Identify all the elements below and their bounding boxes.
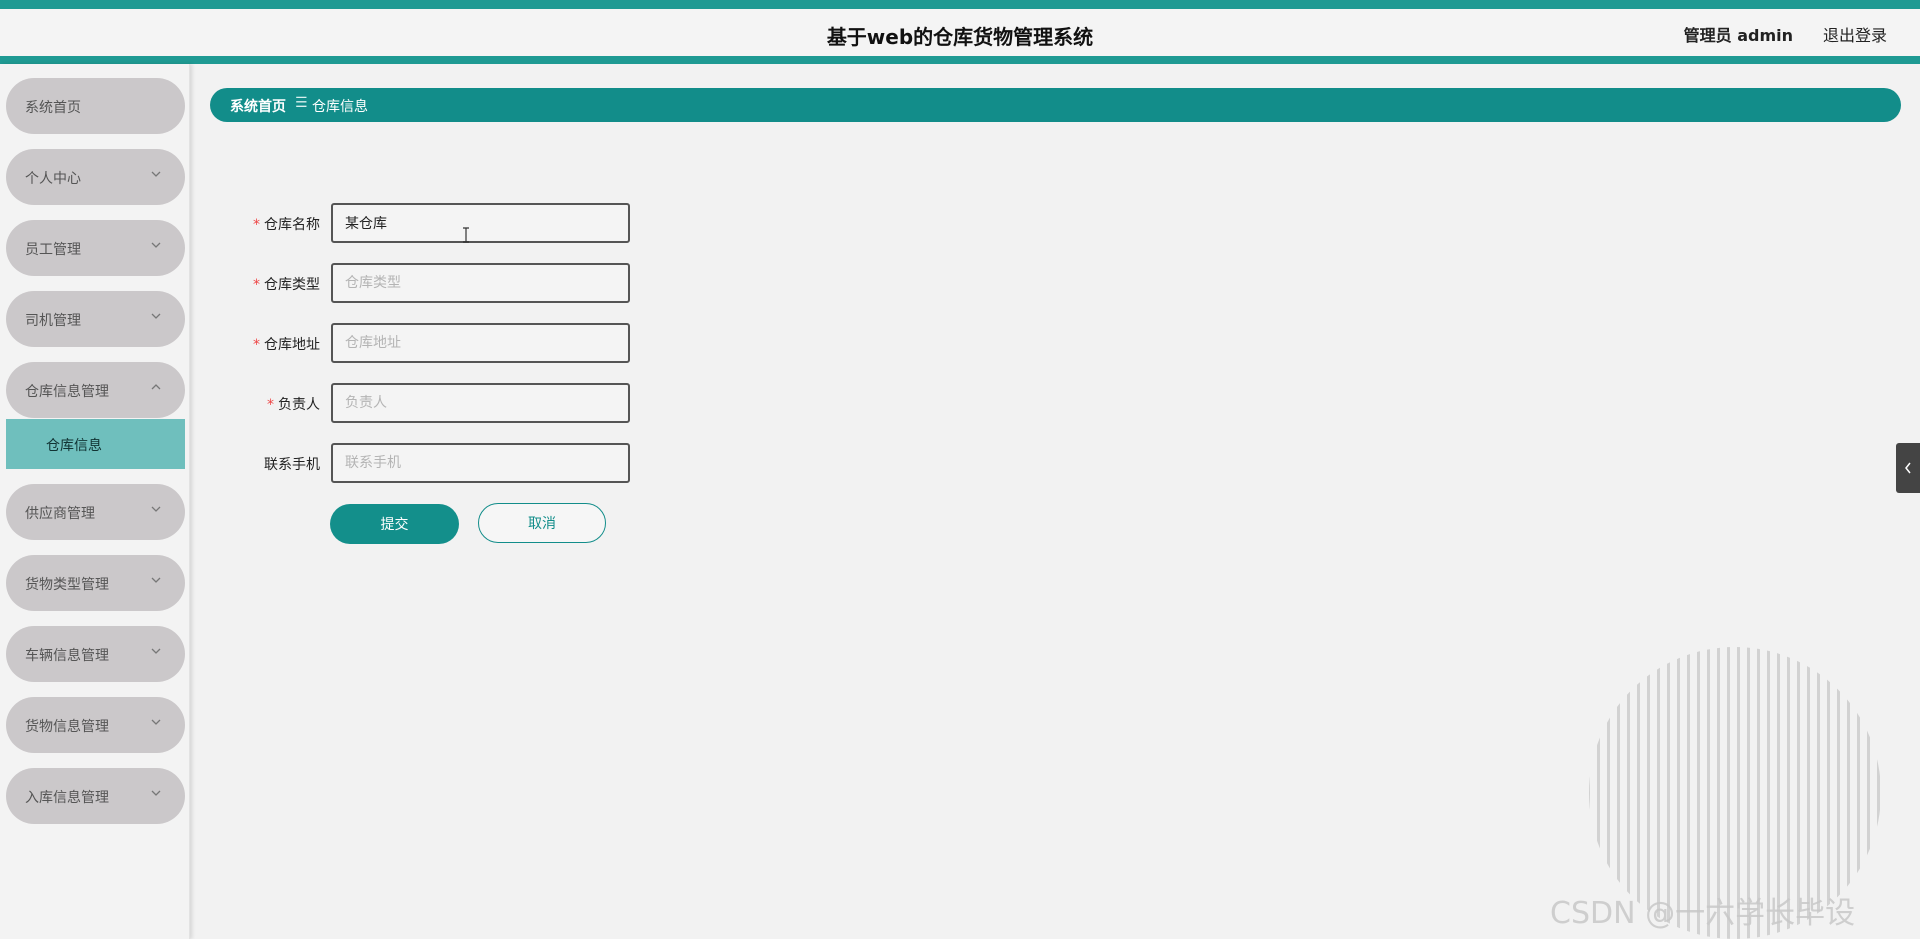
chevron-down-icon	[151, 313, 161, 319]
sidebar-item-label: 供应商管理	[25, 506, 95, 522]
warehouse-type-input[interactable]	[331, 263, 630, 303]
breadcrumb-home-link[interactable]: 系统首页	[230, 96, 286, 116]
collapse-panel-toggle[interactable]	[1896, 443, 1920, 493]
warehouse-name-input[interactable]	[331, 203, 630, 243]
sidebar-subitem-label: 仓库信息	[46, 438, 102, 454]
sidebar-item-suppliers[interactable]: 供应商管理	[6, 484, 185, 540]
sidebar-item-label: 入库信息管理	[25, 790, 109, 806]
current-user-label: 管理员 admin	[1683, 26, 1793, 45]
chevron-down-icon	[151, 648, 161, 654]
sidebar-item-goods[interactable]: 货物信息管理	[6, 697, 185, 753]
sidebar-item-label: 货物信息管理	[25, 719, 109, 735]
sidebar-subitem-warehouse-info[interactable]: 仓库信息	[6, 419, 185, 469]
sidebar-item-drivers[interactable]: 司机管理	[6, 291, 185, 347]
logout-link[interactable]: 退出登录	[1823, 22, 1887, 46]
contact-phone-input[interactable]	[331, 443, 630, 483]
sidebar-item-label: 仓库信息管理	[25, 384, 109, 400]
field-label: * 仓库地址	[253, 337, 320, 353]
sidebar-item-staff[interactable]: 员工管理	[6, 220, 185, 276]
sidebar-item-inbound[interactable]: 入库信息管理	[6, 768, 185, 824]
top-header: 基于web的仓库货物管理系统 管理员 admin 退出登录	[0, 0, 1920, 64]
chevron-down-icon	[151, 719, 161, 725]
sidebar-item-label: 员工管理	[25, 242, 81, 258]
field-label: 联系手机	[264, 457, 320, 473]
chevron-down-icon	[151, 506, 161, 512]
sidebar-item-label: 个人中心	[25, 171, 81, 187]
text-cursor-icon	[463, 227, 469, 243]
chevron-up-icon	[151, 384, 161, 390]
breadcrumb: 系统首页 ☰ 仓库信息	[210, 88, 1901, 122]
chevron-down-icon	[151, 577, 161, 583]
manager-input[interactable]	[331, 383, 630, 423]
chevron-down-icon	[151, 171, 161, 177]
chevron-left-icon	[1905, 462, 1911, 474]
sidebar-item-home[interactable]: 系统首页	[6, 78, 185, 134]
field-label: * 负责人	[267, 397, 320, 413]
sidebar-item-personal-center[interactable]: 个人中心	[6, 149, 185, 205]
breadcrumb-separator-icon: ☰	[295, 95, 308, 111]
sidebar-item-warehouse[interactable]: 仓库信息管理	[6, 362, 185, 418]
sidebar-item-label: 系统首页	[25, 100, 81, 116]
breadcrumb-current: 仓库信息	[312, 99, 368, 115]
submit-button[interactable]: 提交	[330, 504, 459, 544]
warehouse-address-input[interactable]	[331, 323, 630, 363]
sidebar-item-label: 货物类型管理	[25, 577, 109, 593]
watermark-text: CSDN @一六学长毕设	[1550, 896, 1856, 931]
sidebar-item-goods-types[interactable]: 货物类型管理	[6, 555, 185, 611]
sidebar-item-label: 车辆信息管理	[25, 648, 109, 664]
chevron-down-icon	[151, 790, 161, 796]
cancel-button[interactable]: 取消	[478, 503, 606, 543]
sidebar-item-label: 司机管理	[25, 313, 81, 329]
sidebar-item-vehicles[interactable]: 车辆信息管理	[6, 626, 185, 682]
field-label: * 仓库名称	[253, 217, 320, 233]
page-title: 基于web的仓库货物管理系统	[826, 25, 1094, 49]
field-label: * 仓库类型	[253, 277, 320, 293]
chevron-down-icon	[151, 242, 161, 248]
sidebar: 系统首页 个人中心 员工管理 司机管理 仓库信息管理 仓库信息 供应商管理 货物…	[0, 64, 190, 939]
